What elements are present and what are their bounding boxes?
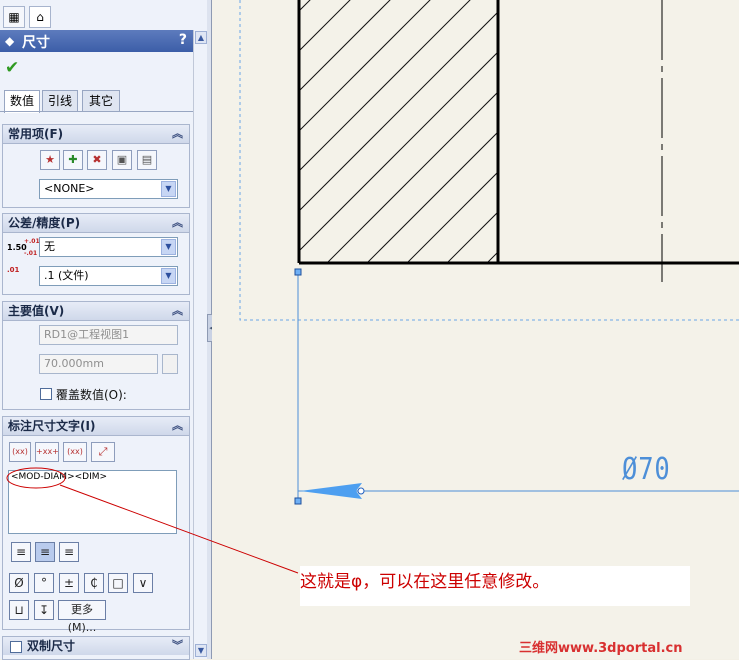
grip-handle-bottom[interactable] <box>294 497 302 505</box>
section-hatch <box>300 0 497 262</box>
drawing-svg <box>6 0 739 574</box>
diameter-dimension[interactable] <box>297 272 739 502</box>
part-outline <box>297 0 739 265</box>
arrow-handle[interactable] <box>357 487 365 495</box>
watermark: 三维网www.3dportal.cn <box>519 641 683 656</box>
grip-handle-top[interactable] <box>294 268 302 276</box>
annotation-ellipse <box>6 467 66 489</box>
view-boundary <box>239 0 739 321</box>
dimension-arrow[interactable] <box>300 483 362 499</box>
annotation-leader <box>59 484 299 574</box>
dimension-value-text[interactable]: Ø70 <box>622 452 671 487</box>
annotation-text: 这就是φ，可以在这里任意修改。 <box>300 572 550 592</box>
